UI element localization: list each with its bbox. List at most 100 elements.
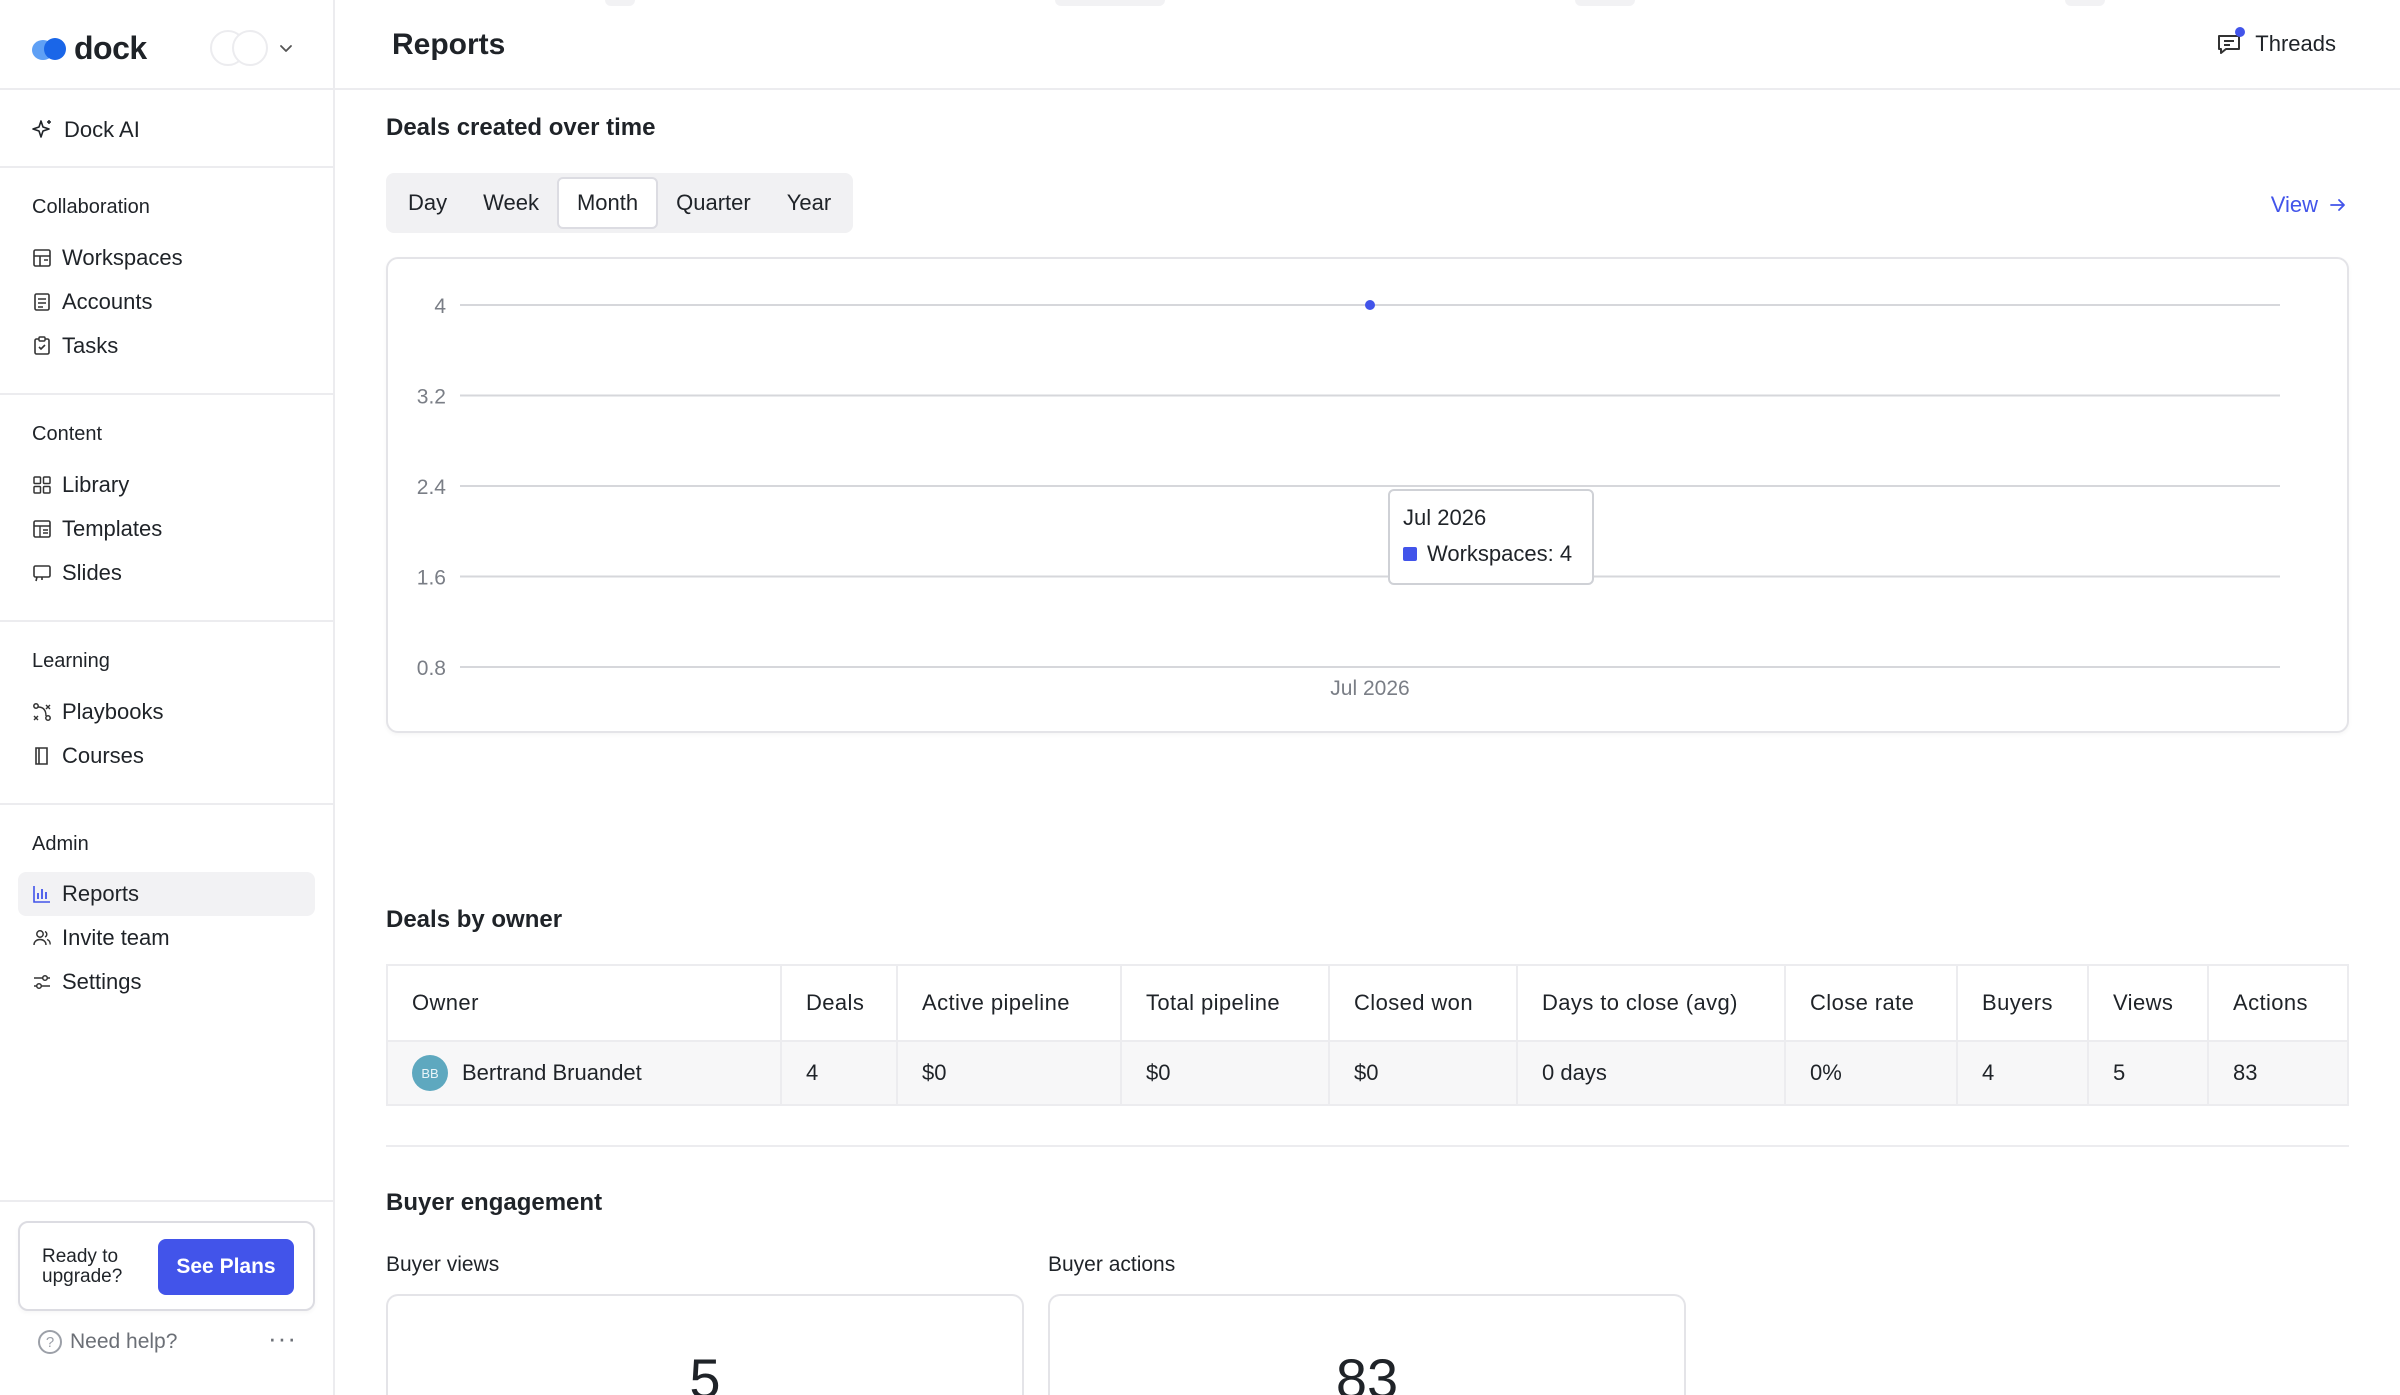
need-help-link[interactable]: ? Need help? bbox=[38, 1330, 177, 1354]
tasks-icon bbox=[34, 336, 50, 355]
arrow-right-icon bbox=[2330, 199, 2345, 211]
sidebar-item-label: Accounts bbox=[62, 289, 153, 314]
sliders-icon bbox=[34, 974, 50, 990]
logo-text: dock bbox=[74, 30, 147, 66]
sidebar-item-templates[interactable]: Templates bbox=[18, 507, 315, 551]
period-day[interactable]: Day bbox=[390, 177, 465, 229]
sidebar-item-label: Workspaces bbox=[62, 245, 183, 270]
users-icon bbox=[33, 930, 51, 946]
main-content: Deals created over time Day Week Month Q… bbox=[335, 92, 2400, 1395]
divider bbox=[386, 1145, 2349, 1147]
sidebar-item-invite-team[interactable]: Invite team bbox=[18, 916, 315, 960]
column-header[interactable]: Actions bbox=[2209, 966, 2347, 1040]
accounts-icon bbox=[34, 293, 50, 311]
threads-icon bbox=[2215, 27, 2246, 58]
buyer-views-label: Buyer views bbox=[386, 1253, 500, 1276]
dock-logo[interactable]: dock bbox=[32, 30, 147, 67]
column-header[interactable]: Total pipeline bbox=[1122, 966, 1330, 1040]
period-month[interactable]: Month bbox=[556, 177, 659, 229]
sidebar-item-workspaces[interactable]: Workspaces bbox=[18, 236, 315, 280]
upgrade-card: Ready to upgrade? See Plans bbox=[18, 1221, 315, 1311]
x-tick-label: Jul 2026 bbox=[1330, 677, 1409, 700]
period-quarter[interactable]: Quarter bbox=[658, 177, 769, 229]
sidebar-item-settings[interactable]: Settings bbox=[18, 960, 315, 1004]
avatar: BB bbox=[412, 1055, 448, 1091]
data-point[interactable] bbox=[1365, 300, 1375, 310]
divider bbox=[0, 166, 333, 168]
dock-logo-icon bbox=[32, 37, 68, 60]
view-link[interactable]: View bbox=[2271, 192, 2348, 218]
sidebar-item-courses[interactable]: Courses bbox=[18, 734, 315, 778]
y-tick-label: 1.6 bbox=[417, 567, 446, 590]
column-header[interactable]: Buyers bbox=[1958, 966, 2089, 1040]
buyer-views-card: 5 bbox=[386, 1294, 1024, 1395]
y-tick-label: 0.8 bbox=[417, 657, 446, 680]
sidebar: dock Dock AI Collaboration Workspaces Ac… bbox=[0, 0, 335, 1395]
table-cell: $0 bbox=[898, 1042, 1122, 1104]
sidebar-item-label: Playbooks bbox=[62, 699, 164, 724]
threads-button[interactable]: Threads bbox=[2215, 27, 2336, 58]
sparkle-icon bbox=[32, 120, 51, 138]
sidebar-item-library[interactable]: Library bbox=[18, 463, 315, 507]
courses-icon bbox=[35, 747, 48, 765]
section-label-content: Content bbox=[32, 423, 103, 445]
deals-chart: 0.8 1.6 2.4 3.2 4 Jul 2026 Jul 2026 Workspace… bbox=[386, 257, 2349, 733]
buyer-actions-value: 83 bbox=[1335, 1347, 1399, 1395]
column-header[interactable]: Closed won bbox=[1330, 966, 1518, 1040]
workspace-switcher[interactable] bbox=[210, 30, 294, 66]
section-label-admin: Admin bbox=[32, 833, 89, 855]
table-row[interactable]: BB Bertrand Bruandet 4 $0 $0 $0 0 days 0… bbox=[388, 1042, 2347, 1106]
column-header[interactable]: Deals bbox=[782, 966, 898, 1040]
templates-icon bbox=[33, 520, 51, 538]
sidebar-item-reports[interactable]: Reports bbox=[18, 872, 315, 916]
sidebar-item-slides[interactable]: Slides bbox=[18, 551, 315, 595]
sidebar-item-label: Reports bbox=[62, 881, 140, 906]
section-label-collaboration: Collaboration bbox=[32, 196, 150, 218]
threads-label: Threads bbox=[2255, 31, 2336, 56]
notification-dot bbox=[2235, 27, 2246, 37]
divider bbox=[0, 620, 333, 622]
buyer-actions-label: Buyer actions bbox=[1048, 1253, 1176, 1276]
table-cell: 4 bbox=[1958, 1042, 2089, 1104]
sidebar-item-label: Slides bbox=[62, 560, 122, 585]
table-cell: 0% bbox=[1786, 1042, 1958, 1104]
column-header[interactable]: Days to close (avg) bbox=[1518, 966, 1786, 1040]
table-cell: $0 bbox=[1330, 1042, 1518, 1104]
view-label: View bbox=[2270, 192, 2318, 217]
deals-by-owner-title: Deals by owner bbox=[386, 906, 563, 933]
table-cell: 5 bbox=[2089, 1042, 2209, 1104]
dock-ai-label: Dock AI bbox=[64, 117, 140, 142]
library-icon bbox=[33, 476, 51, 494]
sidebar-item-playbooks[interactable]: Playbooks bbox=[18, 690, 315, 734]
slides-icon bbox=[33, 565, 51, 582]
help-icon: ? bbox=[38, 1330, 62, 1354]
workspaces-icon bbox=[33, 249, 51, 267]
column-header[interactable]: Owner bbox=[388, 966, 782, 1040]
buyer-engagement-title: Buyer engagement bbox=[386, 1189, 603, 1216]
sidebar-item-accounts[interactable]: Accounts bbox=[18, 280, 315, 324]
upgrade-text: Ready to upgrade? bbox=[42, 1246, 123, 1287]
y-tick-label: 3.2 bbox=[417, 386, 446, 409]
sidebar-item-label: Invite team bbox=[62, 925, 170, 950]
divider bbox=[0, 1200, 333, 1202]
period-year[interactable]: Year bbox=[769, 177, 849, 229]
more-options-button[interactable]: ··· bbox=[268, 1325, 297, 1351]
owner-cell: BB Bertrand Bruandet bbox=[388, 1042, 782, 1104]
column-header[interactable]: Views bbox=[2089, 966, 2209, 1040]
table-cell: $0 bbox=[1122, 1042, 1330, 1104]
column-header[interactable]: Close rate bbox=[1786, 966, 1958, 1040]
avatar bbox=[232, 30, 268, 66]
table-header-row: Owner Deals Active pipeline Total pipeli… bbox=[388, 966, 2347, 1042]
sidebar-item-tasks[interactable]: Tasks bbox=[18, 324, 315, 368]
scrolled-content-fade bbox=[335, 0, 2400, 14]
see-plans-button[interactable]: See Plans bbox=[158, 1239, 294, 1295]
period-week[interactable]: Week bbox=[465, 177, 557, 229]
column-header[interactable]: Active pipeline bbox=[898, 966, 1122, 1040]
tooltip-title: Jul 2026 bbox=[1403, 505, 1487, 530]
dock-ai-button[interactable]: Dock AI bbox=[32, 112, 140, 148]
buyer-views-value: 5 bbox=[689, 1347, 721, 1395]
chart-tooltip: Jul 2026 Workspaces: 4 bbox=[1388, 489, 1594, 585]
y-tick-label: 2.4 bbox=[417, 476, 447, 499]
sidebar-item-label: Courses bbox=[62, 743, 144, 768]
series-swatch bbox=[1403, 547, 1417, 561]
